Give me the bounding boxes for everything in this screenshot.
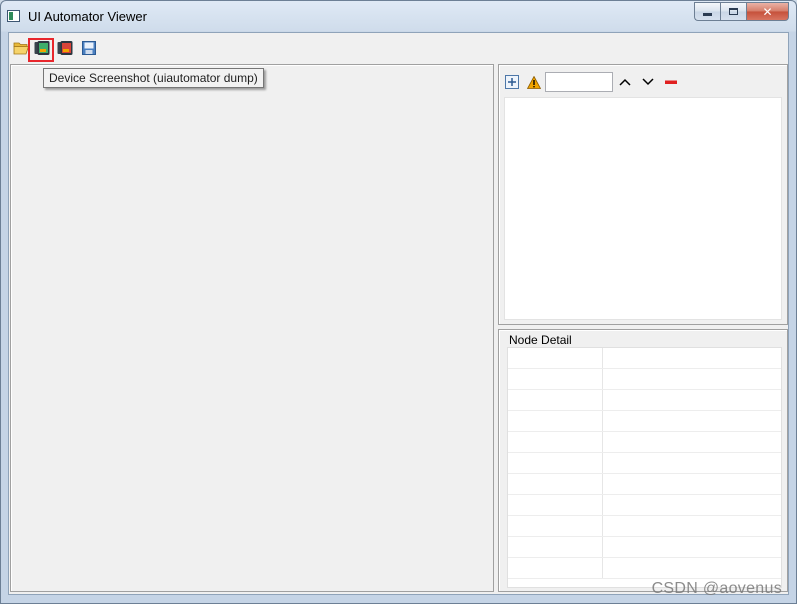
detail-value-cell: [603, 453, 781, 473]
chevron-down-icon[interactable]: [642, 77, 654, 87]
watermark: CSDN @aovenus: [651, 580, 782, 597]
table-row[interactable]: [508, 474, 781, 495]
detail-key-cell: [508, 558, 603, 578]
detail-value-cell: [603, 495, 781, 515]
screenshot-button-highlight: [28, 38, 54, 62]
detail-key-cell: [508, 537, 603, 557]
device-screenshot-compressed-button[interactable]: [56, 39, 74, 57]
caption-buttons: ✕: [694, 2, 789, 21]
expand-all-icon[interactable]: [505, 75, 519, 89]
main-toolbar: [9, 33, 788, 62]
table-row[interactable]: [508, 516, 781, 537]
table-row[interactable]: [508, 390, 781, 411]
detail-key-cell: [508, 474, 603, 494]
remove-icon[interactable]: [665, 77, 677, 87]
device-screenshot-compressed-icon: [57, 41, 73, 55]
screenshot-tooltip: Device Screenshot (uiautomator dump): [43, 68, 264, 88]
detail-value-cell: [603, 390, 781, 410]
detail-value-cell: [603, 558, 781, 578]
table-row[interactable]: [508, 432, 781, 453]
table-row[interactable]: [508, 348, 781, 369]
node-search-input[interactable]: [545, 72, 613, 92]
detail-key-cell: [508, 411, 603, 431]
node-detail-table[interactable]: [507, 347, 782, 588]
close-icon: ✕: [762, 4, 773, 19]
table-row[interactable]: [508, 537, 781, 558]
screenshot-panel[interactable]: [10, 64, 494, 592]
detail-key-cell: [508, 453, 603, 473]
minimize-button[interactable]: [694, 2, 720, 21]
hierarchy-panel: [498, 64, 788, 325]
detail-value-cell: [603, 411, 781, 431]
detail-value-cell: [603, 516, 781, 536]
detail-value-cell: [603, 537, 781, 557]
client-area: Node Detail Device Screenshot (uiautomat…: [8, 32, 789, 595]
detail-key-cell: [508, 369, 603, 389]
detail-key-cell: [508, 516, 603, 536]
warning-icon[interactable]: [527, 75, 541, 89]
app-icon: [7, 10, 20, 22]
save-button[interactable]: [80, 39, 98, 57]
detail-value-cell: [603, 474, 781, 494]
node-detail-label: Node Detail: [509, 333, 572, 347]
detail-key-cell: [508, 495, 603, 515]
detail-value-cell: [603, 348, 781, 368]
detail-value-cell: [603, 369, 781, 389]
maximize-button[interactable]: [720, 2, 746, 21]
node-detail-panel: Node Detail: [498, 329, 788, 592]
hierarchy-toolbar: [505, 70, 677, 94]
table-row[interactable]: [508, 495, 781, 516]
minimize-icon: [703, 13, 712, 16]
save-icon: [82, 41, 96, 55]
detail-value-cell: [603, 432, 781, 452]
window-title: UI Automator Viewer: [28, 9, 147, 24]
detail-key-cell: [508, 348, 603, 368]
table-row[interactable]: [508, 558, 781, 579]
table-row[interactable]: [508, 369, 781, 390]
chevron-up-icon[interactable]: [619, 77, 631, 87]
hierarchy-tree[interactable]: [504, 97, 782, 320]
detail-key-cell: [508, 432, 603, 452]
title-bar[interactable]: UI Automator Viewer ✕: [1, 1, 796, 32]
maximize-icon: [729, 8, 738, 15]
close-button[interactable]: ✕: [746, 2, 789, 21]
open-folder-icon: [13, 42, 29, 55]
table-row[interactable]: [508, 453, 781, 474]
table-row[interactable]: [508, 411, 781, 432]
app-window: UI Automator Viewer ✕ Node Detail Device…: [0, 0, 797, 604]
detail-key-cell: [508, 390, 603, 410]
